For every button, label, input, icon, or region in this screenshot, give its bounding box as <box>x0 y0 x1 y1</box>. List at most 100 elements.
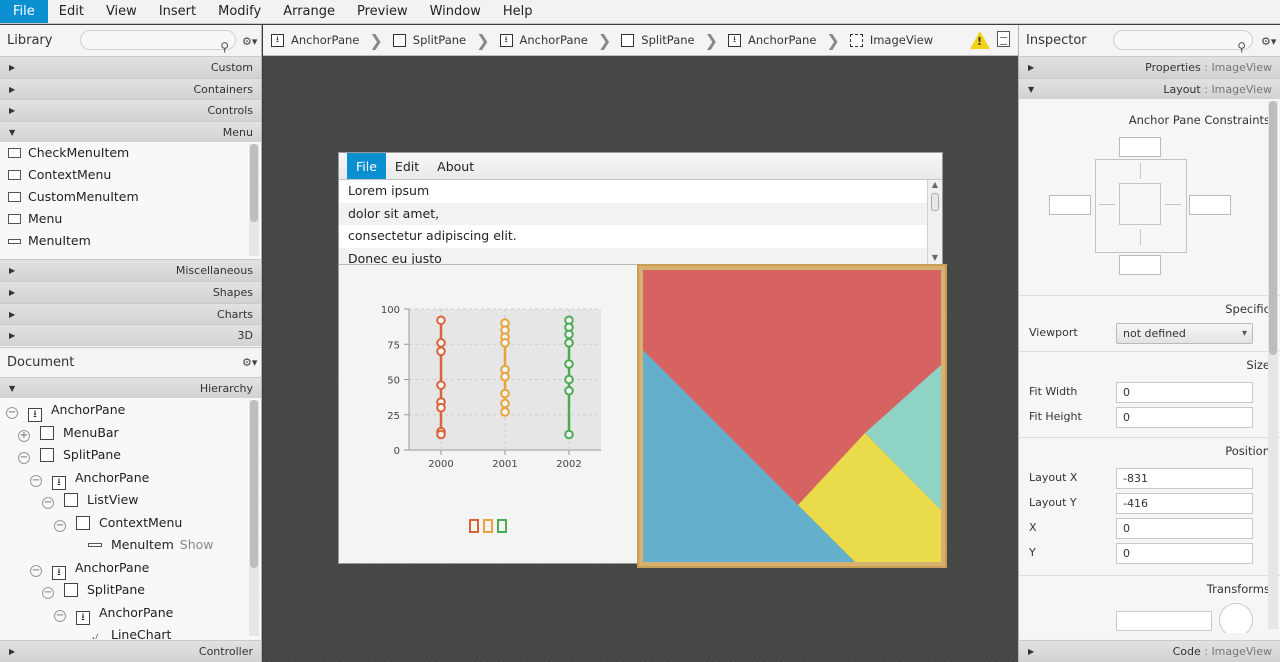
breadcrumb-item[interactable]: ⭳ AnchorPane ❯ <box>271 31 393 50</box>
library-scrollbar[interactable] <box>249 144 259 257</box>
tree-node[interactable]: √ LineChart <box>88 624 172 639</box>
menu-help[interactable]: Help <box>492 0 544 23</box>
tree-node[interactable]: − ListView <box>42 489 139 511</box>
breadcrumb-item[interactable]: SplitPane ❯ <box>621 31 728 50</box>
menu-insert[interactable]: Insert <box>148 0 207 23</box>
selected-imageview[interactable] <box>637 264 947 568</box>
library-item-checkmenuitem[interactable]: CheckMenuItem <box>0 142 261 164</box>
warning-icon[interactable]: ! <box>970 31 990 49</box>
menu-edit[interactable]: Edit <box>48 0 95 23</box>
menu-window[interactable]: Window <box>419 0 492 23</box>
left-anchor-field[interactable] <box>1049 195 1091 216</box>
scroll-thumb[interactable] <box>250 144 258 223</box>
tree-node[interactable]: − ⭳ AnchorPane <box>30 467 149 490</box>
collapse-node-icon[interactable]: − <box>18 452 30 465</box>
document-header: Document ⚙▾ <box>0 346 261 378</box>
scroll-thumb[interactable] <box>931 193 939 211</box>
breadcrumb-item[interactable]: ImageView <box>849 33 933 47</box>
inspector-scrollbar[interactable] <box>1268 101 1278 630</box>
expand-node-icon[interactable]: + <box>18 429 30 442</box>
chevron-up-icon[interactable]: ▲ <box>928 180 942 192</box>
breadcrumb-item[interactable]: SplitPane ❯ <box>392 31 500 50</box>
library-category-3d[interactable]: ▶ 3D <box>0 324 261 346</box>
tree-node[interactable]: − ⭳ AnchorPane <box>54 602 173 625</box>
menu-view[interactable]: View <box>95 0 148 23</box>
tree-node[interactable]: + MenuBar <box>18 422 119 444</box>
collapse-node-icon[interactable]: − <box>30 564 42 577</box>
fit-height-field[interactable]: 0 <box>1116 407 1253 429</box>
anchor-line[interactable] <box>1140 163 1141 180</box>
tree-node[interactable]: − ⭳ AnchorPane <box>6 399 125 423</box>
library-search-input[interactable]: ⚲ <box>80 30 236 54</box>
layout-section[interactable]: ▼ Layout : ImageView <box>1019 77 1280 100</box>
specific-section-title: Specific <box>1019 295 1280 321</box>
menu-modify[interactable]: Modify <box>207 0 272 23</box>
listview-scrollbar[interactable]: ▲ ▼ <box>927 180 942 264</box>
rotate-dial[interactable] <box>1219 603 1253 634</box>
viewport-row: Viewport not defined <box>1019 321 1280 351</box>
menu-preview[interactable]: Preview <box>346 0 419 23</box>
scroll-thumb[interactable] <box>1269 101 1277 356</box>
document-gear-icon[interactable]: ⚙▾ <box>242 348 257 378</box>
inspector-gear-icon[interactable]: ⚙▾ <box>1261 26 1276 57</box>
library-category-controls[interactable]: ▶ Controls <box>0 99 261 121</box>
right-anchor-field[interactable] <box>1189 195 1231 216</box>
layout-x-field[interactable]: -831 <box>1116 468 1253 490</box>
layout-y-field[interactable]: -416 <box>1116 493 1253 515</box>
collapse-node-icon[interactable]: − <box>6 407 18 420</box>
library-category-menu[interactable]: ▼ Menu <box>0 120 261 143</box>
list-item[interactable]: dolor sit amet, <box>339 202 942 225</box>
list-item[interactable]: consectetur adipiscing elit. <box>339 225 942 248</box>
anchor-line[interactable] <box>1140 229 1141 246</box>
collapse-node-icon[interactable]: − <box>30 474 42 487</box>
y-tick-label: 0 <box>394 446 400 457</box>
menu-arrange[interactable]: Arrange <box>272 0 346 23</box>
tree-node[interactable]: − SplitPane <box>42 579 145 601</box>
library-item-menu[interactable]: Menu <box>0 208 261 230</box>
library-category-charts[interactable]: ▶ Charts <box>0 302 261 325</box>
preview-menu-file[interactable]: File <box>347 153 386 179</box>
viewport-select[interactable]: not defined <box>1116 323 1253 345</box>
collapse-node-icon[interactable]: − <box>54 609 66 622</box>
y-field[interactable]: 0 <box>1116 543 1253 565</box>
preview-listview[interactable]: Lorem ipsum dolor sit amet, consectetur … <box>339 180 942 265</box>
hierarchy-section[interactable]: ▼ Hierarchy <box>0 376 261 399</box>
inspector-search-input[interactable]: ⚲ <box>1113 30 1253 54</box>
controller-section[interactable]: ▶ Controller <box>0 640 261 662</box>
collapse-node-icon[interactable]: − <box>42 497 54 510</box>
transform-field[interactable] <box>1116 611 1212 632</box>
scroll-thumb[interactable] <box>250 400 258 569</box>
tree-node[interactable]: − SplitPane <box>18 444 121 466</box>
collapse-node-icon[interactable]: − <box>54 519 66 532</box>
top-anchor-field[interactable] <box>1119 137 1161 158</box>
library-category-custom[interactable]: ▶ Custom <box>0 56 261 78</box>
breadcrumb-item[interactable]: ⭳ AnchorPane ❯ <box>499 31 622 50</box>
collapse-node-icon[interactable]: − <box>42 587 54 600</box>
library-category-containers[interactable]: ▶ Containers <box>0 77 261 100</box>
list-item[interactable]: Lorem ipsum <box>339 180 942 203</box>
library-category-miscellaneous[interactable]: ▶ Miscellaneous <box>0 259 261 281</box>
preview-menu-about[interactable]: About <box>428 153 483 179</box>
breadcrumb-item[interactable]: ⭳ AnchorPane ❯ <box>728 31 850 50</box>
bottom-anchor-field[interactable] <box>1119 255 1161 276</box>
library-category-shapes[interactable]: ▶ Shapes <box>0 280 261 303</box>
tree-node[interactable]: MenuItem Show <box>88 534 214 556</box>
tree-node[interactable]: − ContextMenu <box>54 512 182 534</box>
code-section[interactable]: ▶ Code : ImageView <box>1019 640 1280 662</box>
inspector-header: Inspector ⚲ ⚙▾ <box>1019 25 1280 56</box>
properties-section[interactable]: ▶ Properties : ImageView <box>1019 56 1280 78</box>
library-item-contextmenu[interactable]: ContextMenu <box>0 164 261 186</box>
menu-file[interactable]: File <box>0 0 48 23</box>
list-item[interactable]: Donec eu justo <box>339 247 942 264</box>
library-item-menuitem[interactable]: MenuItem <box>0 230 261 252</box>
tree-node[interactable]: − ⭳ AnchorPane <box>30 557 149 580</box>
library-item-custommenuitem[interactable]: CustomMenuItem <box>0 186 261 208</box>
document-icon[interactable] <box>997 31 1010 47</box>
anchor-line[interactable] <box>1165 204 1181 206</box>
library-gear-icon[interactable]: ⚙▾ <box>242 26 257 57</box>
fit-width-field[interactable]: 0 <box>1116 382 1253 404</box>
anchor-line[interactable] <box>1099 204 1115 206</box>
preview-menu-edit[interactable]: Edit <box>386 153 428 179</box>
x-field[interactable]: 0 <box>1116 518 1253 540</box>
hierarchy-scrollbar[interactable] <box>249 400 259 637</box>
